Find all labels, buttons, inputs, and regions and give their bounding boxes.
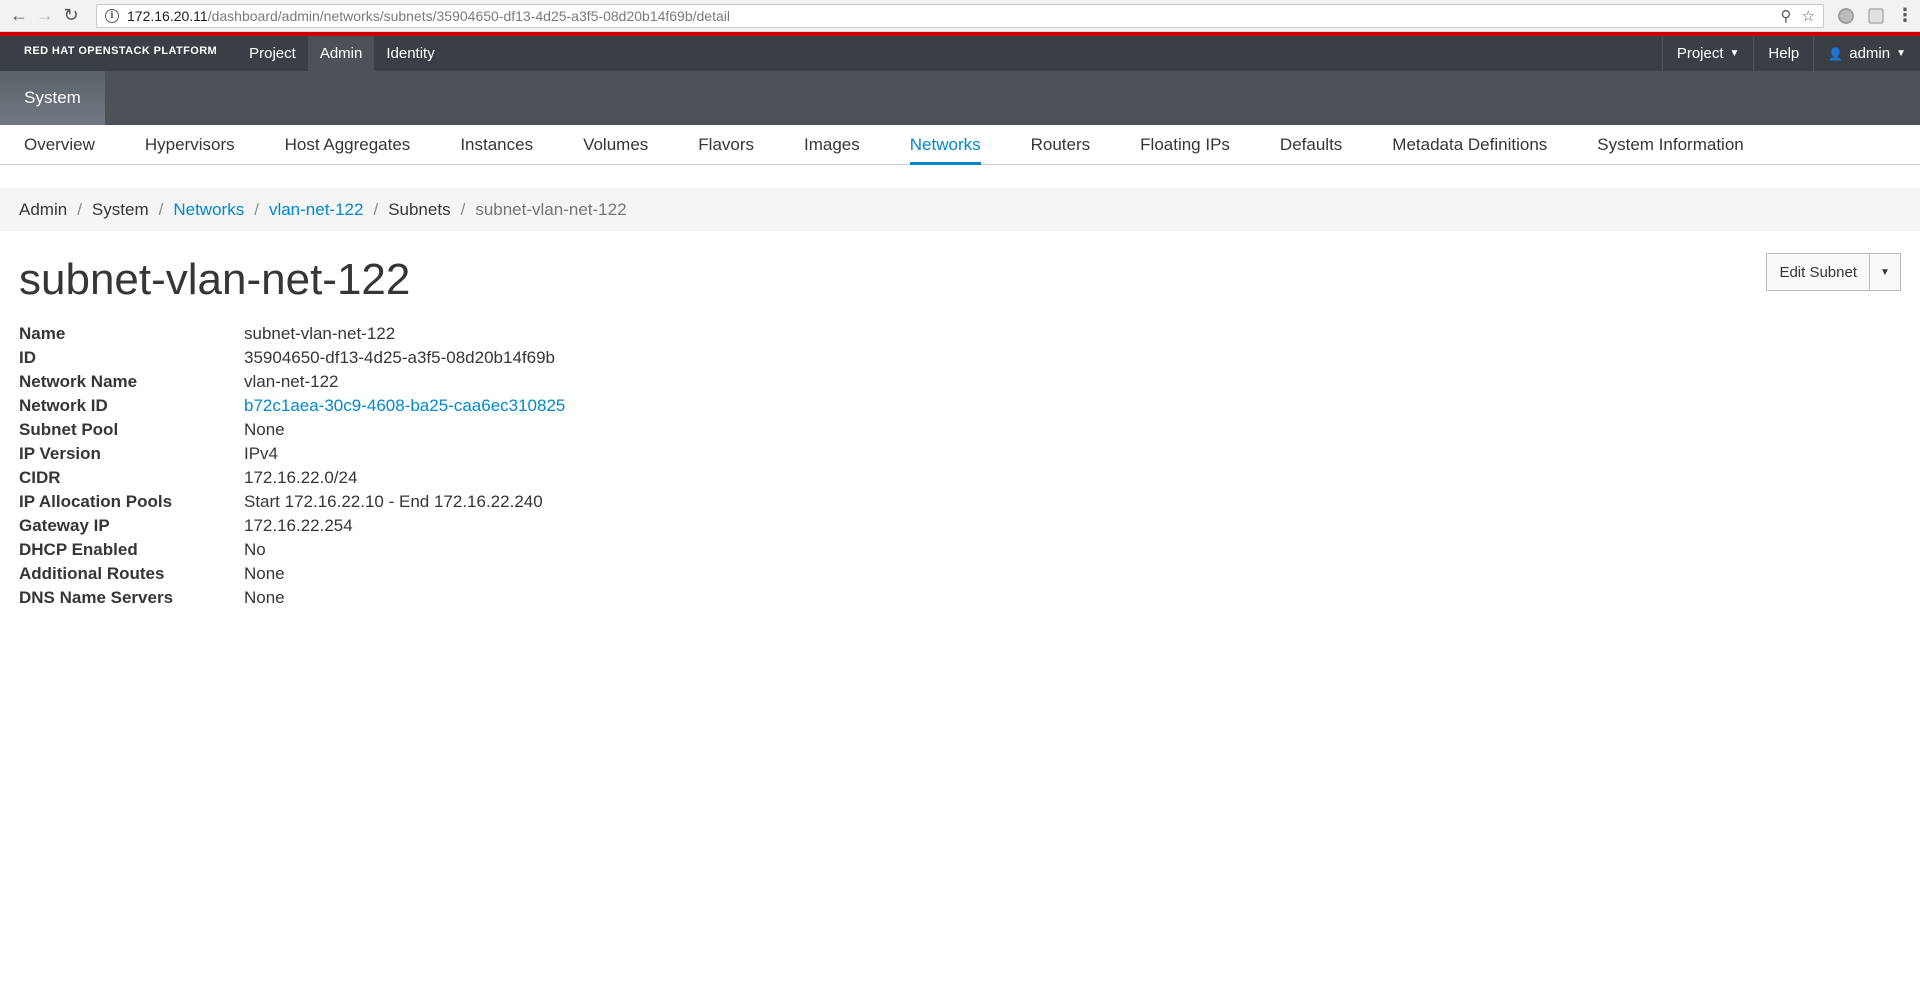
edit-subnet-button[interactable]: Edit Subnet <box>1767 254 1870 290</box>
tab-host-aggregates[interactable]: Host Aggregates <box>285 125 411 164</box>
user-icon: 👤 <box>1828 46 1844 61</box>
tab-routers[interactable]: Routers <box>1031 125 1091 164</box>
detail-row: Network ID b72c1aea-30c9-4608-ba25-caa6e… <box>19 394 1920 418</box>
detail-row: IP Allocation Pools Start 172.16.22.10 -… <box>19 490 1920 514</box>
breadcrumb-system: System <box>91 199 149 219</box>
page-title: subnet-vlan-net-122 <box>19 255 411 304</box>
detail-label: Subnet Pool <box>19 420 119 439</box>
tab-defaults[interactable]: Defaults <box>1280 125 1342 164</box>
detail-row: DHCP Enabled No <box>19 538 1920 562</box>
subnet-detail-list: Name subnet-vlan-net-122 ID 35904650-df1… <box>0 322 1920 610</box>
actions-button-group: Edit Subnet ▼ <box>1766 253 1901 291</box>
detail-row: ID 35904650-df13-4d25-a3f5-08d20b14f69b <box>19 346 1920 370</box>
top-nav-project[interactable]: Project <box>237 36 308 71</box>
detail-label: IP Allocation Pools <box>19 492 173 511</box>
url-path: /dashboard/admin/networks/subnets/359046… <box>207 7 730 24</box>
detail-row: Gateway IP 172.16.22.254 <box>19 514 1920 538</box>
detail-value: 172.16.22.0/24 <box>244 468 358 487</box>
help-link[interactable]: Help <box>1753 36 1813 71</box>
browser-menu-icon[interactable]: ⋮ <box>1896 5 1914 26</box>
site-info-icon[interactable]: i <box>105 8 119 23</box>
breadcrumb-separator: / <box>254 199 259 219</box>
network-id-link[interactable]: b72c1aea-30c9-4608-ba25-caa6ec310825 <box>244 396 565 416</box>
tab-hypervisors[interactable]: Hypervisors <box>145 125 235 164</box>
detail-value: subnet-vlan-net-122 <box>244 324 396 343</box>
detail-label: DNS Name Servers <box>19 588 174 607</box>
tab-images[interactable]: Images <box>804 125 860 164</box>
top-nav-identity[interactable]: Identity <box>374 36 446 71</box>
tab-flavors[interactable]: Flavors <box>698 125 754 164</box>
brand-logo[interactable]: RED HAT OPENSTACK PLATFORM <box>0 30 237 71</box>
bookmark-star-icon[interactable]: ☆ <box>1802 7 1815 25</box>
detail-row: Subnet Pool None <box>19 418 1920 442</box>
detail-label: ID <box>19 348 36 367</box>
detail-label: Network ID <box>19 396 108 415</box>
forward-arrow-icon[interactable]: → <box>32 3 58 29</box>
breadcrumb-networks-link[interactable]: Networks <box>173 200 244 220</box>
caret-down-icon: ▼ <box>1880 266 1890 278</box>
detail-value: vlan-net-122 <box>244 372 339 391</box>
breadcrumb-separator: / <box>460 199 466 219</box>
browser-toolbar: ← → ↻ i 172.16.20.11/dashboard/admin/net… <box>0 0 1920 32</box>
detail-label: IP Version <box>19 444 101 463</box>
page-header: subnet-vlan-net-122 Edit Subnet ▼ <box>0 231 1920 302</box>
breadcrumb: Admin / System / Networks / vlan-net-122… <box>0 188 1920 231</box>
detail-label: Gateway IP <box>19 516 110 535</box>
detail-label: Name <box>19 324 66 343</box>
breadcrumb-current: subnet-vlan-net-122 <box>475 199 627 219</box>
detail-value: None <box>244 564 285 583</box>
reload-icon[interactable]: ↻ <box>58 3 84 29</box>
detail-row: DNS Name Servers None <box>19 586 1920 610</box>
tab-overview[interactable]: Overview <box>24 125 95 164</box>
project-dropdown[interactable]: Project ▼ <box>1661 36 1754 71</box>
detail-value: Start 172.16.22.10 - End 172.16.22.240 <box>244 492 543 511</box>
detail-row: Name subnet-vlan-net-122 <box>19 322 1920 346</box>
detail-value: None <box>244 420 285 439</box>
detail-value: None <box>244 588 285 607</box>
tab-system[interactable]: System <box>0 71 105 125</box>
secondary-nav: Overview Hypervisors Host Aggregates Ins… <box>0 125 1920 165</box>
extension-icon[interactable] <box>1838 7 1854 24</box>
breadcrumb-separator: / <box>158 199 164 219</box>
utility-nav: Project ▼ Help 👤 admin ▼ <box>1661 36 1920 71</box>
detail-row: Additional Routes None <box>19 562 1920 586</box>
tab-networks[interactable]: Networks <box>909 125 981 165</box>
extension-icon[interactable] <box>1868 7 1884 24</box>
top-nav: Project Admin Identity <box>237 36 447 71</box>
detail-label: Additional Routes <box>19 564 165 583</box>
detail-row: IP Version IPv4 <box>19 442 1920 466</box>
detail-value: IPv4 <box>244 444 279 463</box>
tab-volumes[interactable]: Volumes <box>583 125 648 164</box>
detail-value: 35904650-df13-4d25-a3f5-08d20b14f69b <box>244 348 555 367</box>
user-dropdown[interactable]: 👤 admin ▼ <box>1813 36 1920 71</box>
detail-label: CIDR <box>19 468 61 487</box>
detail-row: CIDR 172.16.22.0/24 <box>19 466 1920 490</box>
detail-row: Network Name vlan-net-122 <box>19 370 1920 394</box>
breadcrumb-network-link[interactable]: vlan-net-122 <box>269 200 364 220</box>
url-host: 172.16.20.11 <box>127 7 208 24</box>
breadcrumb-separator: / <box>77 199 82 219</box>
project-dropdown-label: Project <box>1676 45 1724 62</box>
top-nav-admin[interactable]: Admin <box>307 36 375 71</box>
detail-value: 172.16.22.254 <box>244 516 353 535</box>
breadcrumb-admin: Admin <box>19 199 68 219</box>
chevron-down-icon: ▼ <box>1896 48 1906 59</box>
breadcrumb-separator: / <box>373 199 379 219</box>
chevron-down-icon: ▼ <box>1729 48 1740 59</box>
panel-group-bar: System <box>0 71 1920 125</box>
detail-label: DHCP Enabled <box>19 540 138 559</box>
address-bar[interactable]: i 172.16.20.11/dashboard/admin/networks/… <box>96 3 1824 28</box>
back-arrow-icon[interactable]: ← <box>6 3 32 29</box>
zoom-icon[interactable]: ⚲ <box>1781 7 1792 25</box>
user-dropdown-label: admin <box>1849 45 1891 62</box>
actions-dropdown-toggle[interactable]: ▼ <box>1870 254 1900 290</box>
tab-system-information[interactable]: System Information <box>1597 125 1743 164</box>
breadcrumb-subnets: Subnets <box>388 199 451 219</box>
masthead: RED HAT OPENSTACK PLATFORM Project Admin… <box>0 32 1920 71</box>
tab-instances[interactable]: Instances <box>460 125 533 164</box>
detail-value: No <box>244 540 266 559</box>
detail-label: Network Name <box>19 372 138 391</box>
tab-floating-ips[interactable]: Floating IPs <box>1140 125 1230 164</box>
tab-metadata-definitions[interactable]: Metadata Definitions <box>1392 125 1547 164</box>
